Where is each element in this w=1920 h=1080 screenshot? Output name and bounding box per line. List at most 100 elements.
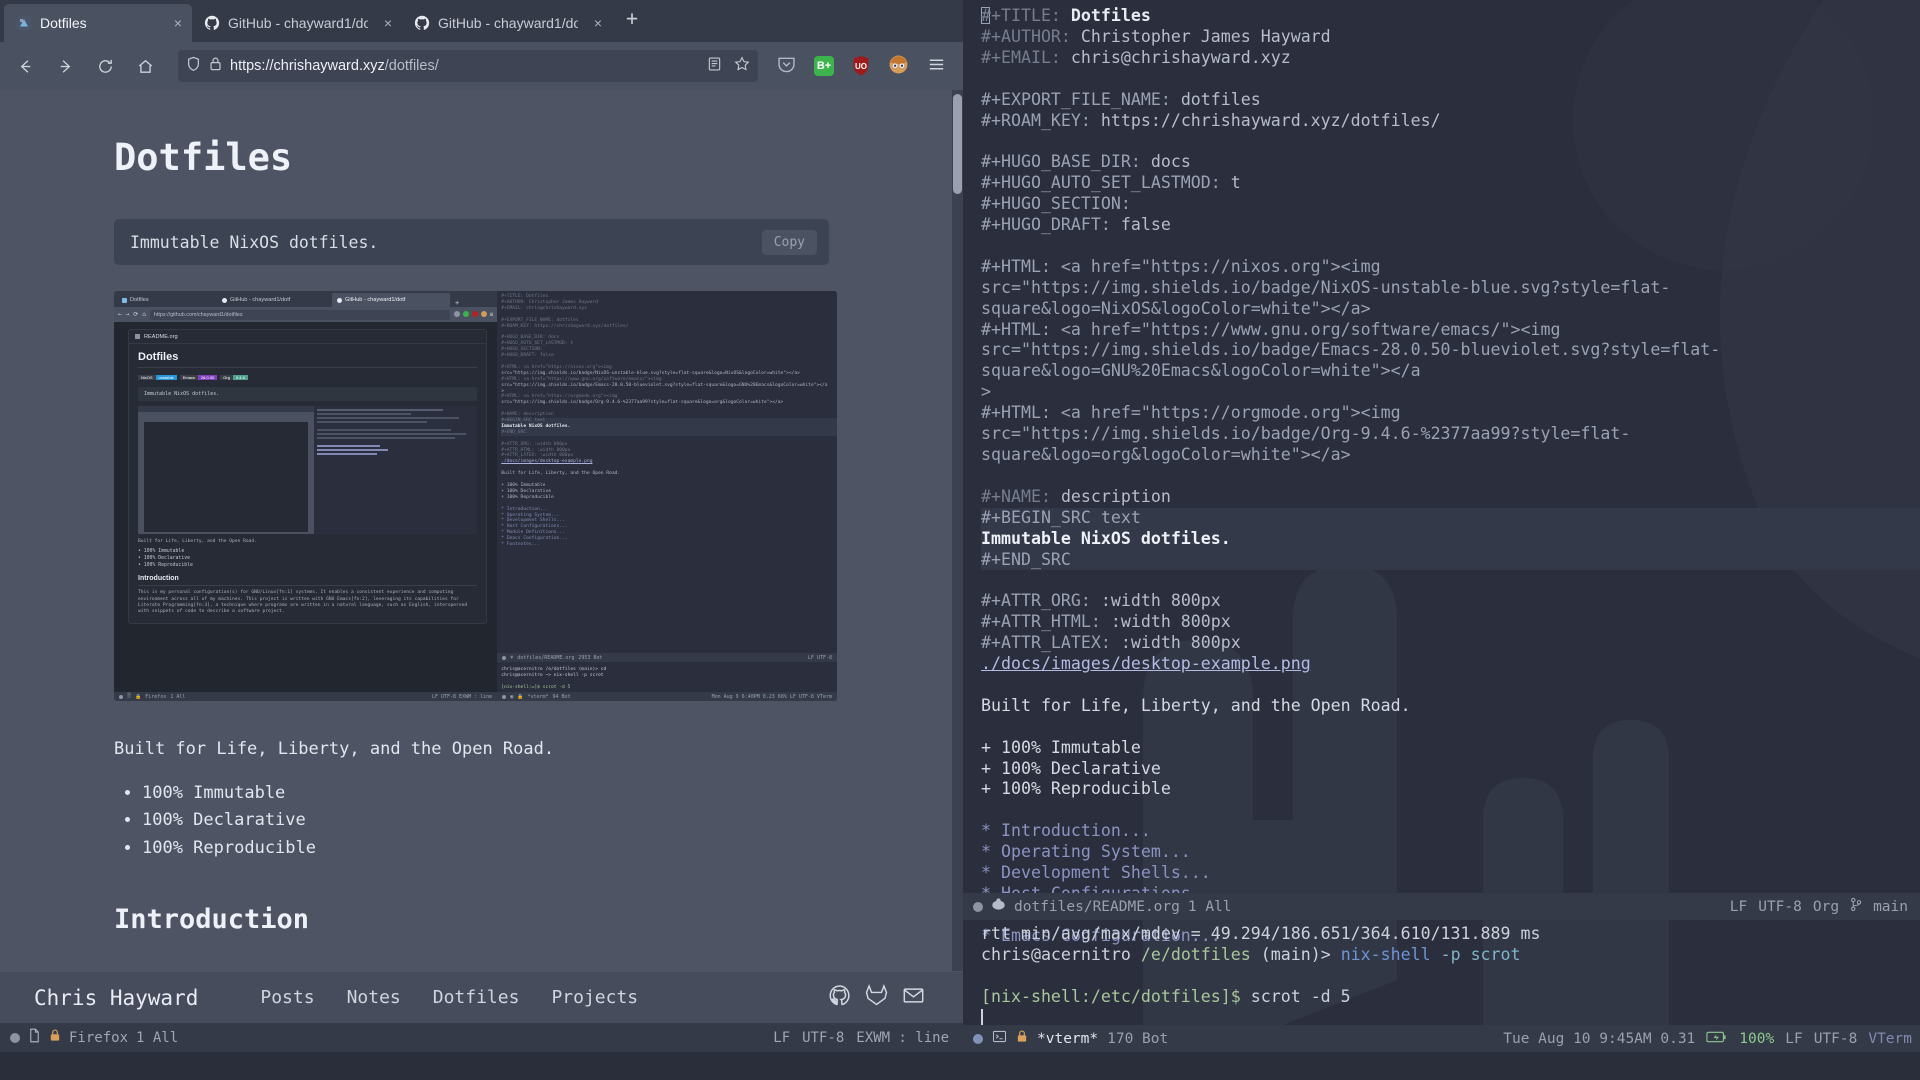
url-text[interactable]: https://chrishayward.xyz/dotfiles/: [230, 58, 699, 74]
exwm-bottom-filler: [0, 1052, 963, 1080]
status-datetime: Tue Aug 10 9:45AM 0.31: [1503, 1030, 1696, 1047]
org-keyword: #+EXPORT_FILE_NAME:: [981, 89, 1181, 109]
org-value: Christopher James Hayward: [1080, 26, 1331, 46]
tab-close-icon[interactable]: ×: [594, 15, 602, 31]
tab-close-icon[interactable]: ×: [174, 15, 182, 31]
org-headline[interactable]: * Operating System...: [981, 842, 1920, 863]
desktop-example-screenshot[interactable]: Dotfiles GitHub - chayward1/dotf GitHub …: [114, 291, 837, 701]
tab-close-icon[interactable]: ×: [384, 15, 392, 31]
nested-org-line: * Footnotes...: [501, 542, 540, 548]
pocket-icon[interactable]: [776, 54, 797, 79]
bitwarden-extension-icon[interactable]: B+: [814, 56, 834, 76]
status-dot-icon: [502, 694, 507, 699]
browser-tab-1[interactable]: GitHub - chayward1/dotfi ×: [192, 4, 402, 42]
gitlab-icon[interactable]: [865, 984, 888, 1011]
reload-icon[interactable]: [90, 51, 120, 81]
nav-link-dotfiles[interactable]: Dotfiles: [433, 987, 520, 1008]
page-viewport[interactable]: Dotfiles Immutable NixOS dotfiles. Copy …: [0, 90, 963, 971]
lock-icon[interactable]: [209, 56, 222, 76]
browser-tab-0[interactable]: Dotfiles ×: [4, 4, 192, 42]
org-line: #+EXPORT_FILE_NAME: dotfiles: [981, 90, 1920, 111]
bitwarden-extension-icon: [462, 311, 469, 317]
github-icon: [222, 297, 227, 303]
terminal-icon: ▣: [510, 693, 514, 700]
org-line: [981, 570, 1920, 591]
mail-icon[interactable]: [902, 984, 925, 1011]
github-icon: [204, 15, 220, 31]
git-branch-icon: [1850, 897, 1862, 916]
home-icon[interactable]: [130, 51, 160, 81]
site-brand[interactable]: Chris Hayward: [34, 986, 198, 1010]
org-modeline-coding: UTF-8: [1758, 898, 1802, 915]
nested-vterm: chris@acernitro /e/dotfiles (main)> cd ch…: [497, 667, 837, 691]
org-file-link[interactable]: ./docs/images/desktop-example.png: [981, 654, 1311, 673]
social-links: [828, 984, 925, 1011]
org-line: #+ATTR_ORG: :width 800px: [981, 591, 1920, 612]
org-keyword: #+HUGO_DRAFT:: [981, 215, 1121, 235]
account-avatar-icon[interactable]: [888, 54, 909, 79]
back-icon[interactable]: [10, 51, 40, 81]
org-line: + 100% Reproducible: [981, 779, 1171, 799]
ublock-origin-icon[interactable]: UO: [851, 55, 871, 77]
page-scrollbar[interactable]: [952, 90, 963, 971]
org-line: [981, 800, 1920, 821]
org-line: #+ROAM_KEY: https://chrishayward.xyz/dot…: [981, 111, 1920, 132]
badge-org: Org 9.4.6: [220, 374, 248, 381]
org-value: docs: [1150, 152, 1191, 172]
vterm-segment: rtt min/avg/max/mdev = 49.294/186.651/36…: [981, 924, 1541, 943]
nested-emacs: #+TITLE: Dotfiles #+AUTHOR: Christopher J…: [497, 291, 837, 701]
vterm-line: chris@acernitro /e/dotfiles (main)> nix-…: [981, 944, 1920, 965]
vterm-segment: (main)>: [1260, 945, 1341, 964]
nav-link-posts[interactable]: Posts: [260, 987, 314, 1008]
scrollbar-thumb[interactable]: [953, 94, 962, 194]
forward-icon: →: [125, 311, 130, 318]
shield-icon[interactable]: [186, 56, 201, 76]
org-line: [981, 717, 1920, 738]
url-bar[interactable]: https://chrishayward.xyz/dotfiles/: [178, 50, 758, 82]
terminal-icon: [992, 1029, 1007, 1048]
org-keyword: #+EMAIL:: [981, 47, 1071, 67]
nav-link-notes[interactable]: Notes: [347, 987, 401, 1008]
vterm-buffer-name: *vterm*: [1037, 1030, 1099, 1047]
org-buffer[interactable]: #+TITLE: Dotfiles #+AUTHOR: Christopher J…: [963, 0, 1920, 947]
org-line: Built for Life, Liberty, and the Open Ro…: [981, 695, 1411, 715]
browser-toolbar: https://chrishayward.xyz/dotfiles/ B+ UO: [0, 42, 963, 90]
vterm-segment: [nix-shell:/etc/dotfiles]$: [981, 987, 1251, 1006]
github-icon[interactable]: [828, 984, 851, 1011]
new-tab-button[interactable]: +: [612, 8, 652, 34]
hamburger-menu-icon: ≡: [489, 311, 494, 318]
org-line: src="https://img.shields.io/badge/Emacs-…: [981, 340, 1721, 381]
reader-view-icon[interactable]: [707, 56, 722, 76]
org-headline[interactable]: * Introduction...: [981, 821, 1920, 842]
bookmark-star-icon[interactable]: [734, 56, 750, 76]
org-line: #+ATTR_LATEX: :width 800px: [981, 633, 1920, 654]
vterm-buffer[interactable]: rtt min/avg/max/mdev = 49.294/186.651/36…: [963, 923, 1920, 1028]
browser-tab-bar: Dotfiles × GitHub - chayward1/dotfi × Gi…: [0, 0, 963, 42]
modeline-buffer-name: Firefox: [69, 1029, 129, 1046]
copy-button[interactable]: Copy: [761, 229, 817, 255]
vterm-line: [981, 965, 1920, 986]
nix-snowflake-icon: [16, 15, 32, 31]
org-line: #+HTML: <a href="https://orgmode.org"><i…: [981, 403, 1401, 423]
nested-readme-card: README.org Dotfiles NixOS unstable Emacs 2…: [128, 329, 488, 624]
url-host: https://chrishayward.xyz: [230, 58, 385, 74]
modeline-position: 1 All: [136, 1029, 179, 1046]
list-icon: [135, 334, 140, 339]
nested-org-buffer-name: dotfiles/README.org: [517, 654, 575, 661]
badge-emacs: Emacs 28.0.50: [179, 374, 218, 381]
battery-percentage: 100%: [1739, 1030, 1775, 1047]
org-line: + 100% Immutable: [981, 737, 1141, 757]
org-line: #+HUGO_SECTION:: [981, 194, 1920, 215]
nested-tab-1: GitHub - chayward1/dotf: [217, 293, 332, 307]
nested-modeline-position: 1 All: [170, 693, 186, 700]
nested-desktop: Dotfiles GitHub - chayward1/dotf GitHub …: [114, 291, 837, 701]
org-line: #+HTML: <a href="https://www.gnu.org/sof…: [981, 319, 1561, 339]
nav-link-projects[interactable]: Projects: [551, 987, 638, 1008]
browser-tab-2[interactable]: GitHub - chayward1/dotfi ×: [402, 4, 612, 42]
org-headline[interactable]: * Development Shells...: [981, 863, 1920, 884]
org-line: #+HTML: <a href="https://nixos.org"><img: [981, 256, 1381, 276]
hamburger-menu-icon[interactable]: [926, 54, 947, 79]
org-line: #+ATTR_HTML: :width 800px: [981, 612, 1920, 633]
forward-icon[interactable]: [50, 51, 80, 81]
org-value: https://chrishayward.xyz/dotfiles/: [1100, 110, 1441, 130]
